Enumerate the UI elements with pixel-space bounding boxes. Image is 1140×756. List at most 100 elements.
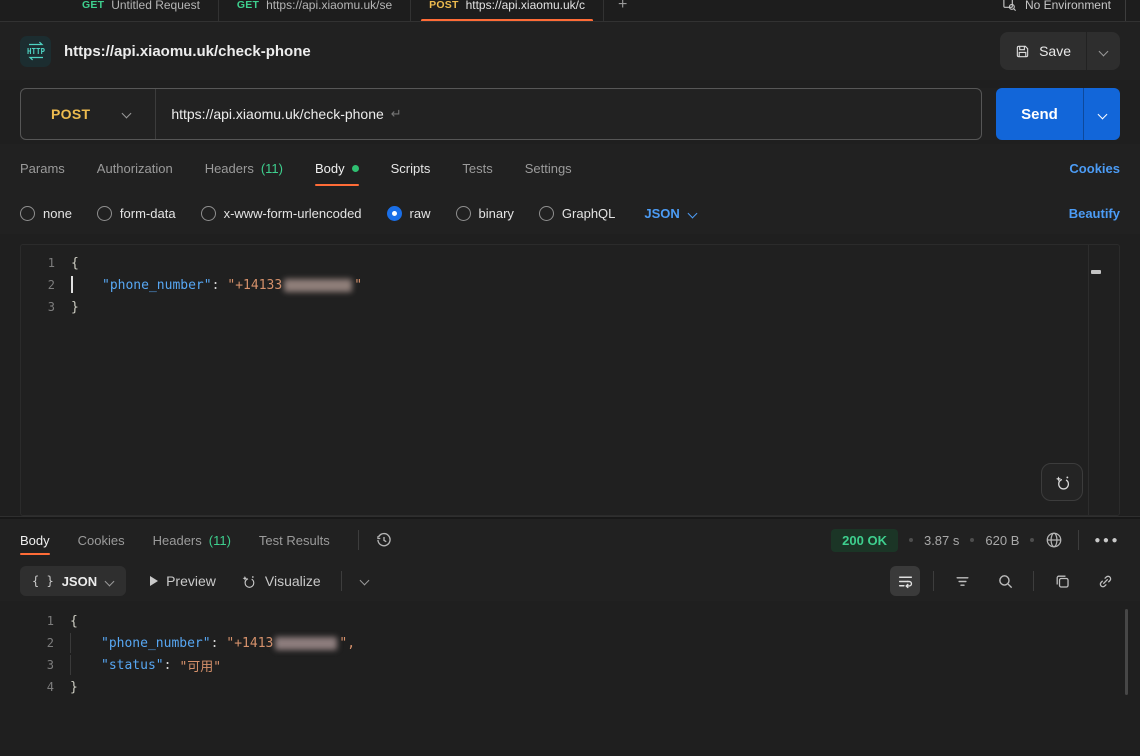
response-time[interactable]: 3.87 s: [924, 533, 959, 548]
tab-scripts[interactable]: Scripts: [391, 144, 431, 192]
code-line[interactable]: 1 {: [21, 252, 1119, 274]
request-tab-untitled[interactable]: GET Untitled Request: [64, 0, 219, 22]
environment-selector[interactable]: No Environment: [1002, 0, 1126, 22]
response-history-button[interactable]: [375, 531, 393, 549]
request-body-editor[interactable]: 1 { 2 "phone_number" : "+14133 " 3 }: [20, 244, 1120, 516]
raw-format-dropdown[interactable]: JSON: [644, 206, 696, 221]
dot-separator: [970, 538, 974, 542]
radio-form-data[interactable]: form-data: [97, 206, 176, 221]
tab-params[interactable]: Params: [20, 144, 65, 192]
filter-button[interactable]: [947, 566, 977, 596]
token-string: "+14133: [227, 278, 282, 293]
text-cursor: [71, 276, 73, 293]
response-tab-headers[interactable]: Headers (11): [153, 519, 231, 561]
radio-x-www-form-urlencoded[interactable]: x-www-form-urlencoded: [201, 206, 362, 221]
code-line[interactable]: 2 "phone_number" : "+1413 ",: [20, 632, 1120, 654]
response-size[interactable]: 620 B: [985, 533, 1019, 548]
save-button[interactable]: Save: [1000, 32, 1086, 70]
response-header: Body Cookies Headers (11) Test Results 2…: [0, 519, 1140, 561]
radio-circle-icon: [97, 206, 112, 221]
chevron-down-icon: [1098, 110, 1107, 119]
wrap-text-button[interactable]: [890, 566, 920, 596]
preview-button[interactable]: Preview: [150, 573, 216, 589]
format-label: JSON: [62, 574, 97, 589]
token-brace: {: [71, 256, 79, 271]
line-number: 3: [21, 300, 71, 314]
line-number: 3: [20, 658, 70, 672]
svg-text:HTTP: HTTP: [26, 47, 45, 56]
network-info-button[interactable]: [1045, 531, 1063, 549]
beautify-button[interactable]: Beautify: [1069, 206, 1120, 221]
radio-raw[interactable]: raw: [387, 206, 431, 221]
cookies-link[interactable]: Cookies: [1069, 161, 1120, 176]
new-tab-button[interactable]: +: [604, 0, 641, 14]
tab-body[interactable]: Body: [315, 144, 359, 192]
environment-label: No Environment: [1025, 0, 1111, 12]
history-clock-icon: [375, 531, 393, 549]
search-button[interactable]: [990, 566, 1020, 596]
tab-label: Body: [315, 161, 345, 176]
method-selector-caret[interactable]: [122, 105, 131, 123]
tab-authorization[interactable]: Authorization: [97, 144, 173, 192]
tab-tests[interactable]: Tests: [462, 144, 492, 192]
code-line[interactable]: 3 "status" : "可用": [20, 654, 1120, 676]
status-badge[interactable]: 200 OK: [831, 529, 898, 552]
visualize-button[interactable]: Visualize: [240, 573, 321, 590]
save-label: Save: [1039, 43, 1071, 59]
token-brace: }: [71, 300, 79, 315]
divider: [1078, 530, 1079, 550]
dot-separator: [1030, 538, 1034, 542]
token-key: "phone_number": [101, 636, 211, 651]
tab-label: Test Results: [259, 533, 330, 548]
divider: [358, 530, 359, 550]
radio-binary[interactable]: binary: [456, 206, 514, 221]
response-tab-test-results[interactable]: Test Results: [259, 519, 330, 561]
response-format-dropdown[interactable]: { } JSON: [20, 566, 126, 596]
send-options-button[interactable]: [1084, 88, 1120, 140]
url-input[interactable]: https://api.xiaomu.uk/check-phone: [171, 106, 383, 122]
play-icon: [150, 576, 158, 586]
method-badge-post: POST: [429, 0, 458, 11]
request-tabs-row: Params Authorization Headers (11) Body S…: [0, 144, 1140, 192]
link-button[interactable]: [1090, 566, 1120, 596]
radio-label: raw: [410, 206, 431, 221]
active-tab-underline: [421, 19, 593, 22]
response-tab-cookies[interactable]: Cookies: [78, 519, 125, 561]
radio-none[interactable]: none: [20, 206, 72, 221]
save-options-button[interactable]: [1087, 32, 1120, 70]
editor-overview-ruler[interactable]: [1088, 245, 1104, 515]
preview-label: Preview: [166, 573, 216, 589]
tab-label: Tests: [462, 161, 492, 176]
postbot-beautify-button[interactable]: [1041, 463, 1083, 501]
radio-label: binary: [479, 206, 514, 221]
tab-headers[interactable]: Headers (11): [205, 144, 283, 192]
response-toolbar-right: [890, 566, 1120, 596]
radio-graphql[interactable]: GraphQL: [539, 206, 615, 221]
copy-button[interactable]: [1047, 566, 1077, 596]
request-tab-get-url[interactable]: GET https://api.xiaomu.uk/se: [219, 0, 411, 22]
token-key: "status": [101, 658, 164, 673]
more-views-button[interactable]: [360, 572, 369, 590]
send-button[interactable]: Send: [996, 88, 1083, 140]
response-tab-body[interactable]: Body: [20, 519, 50, 561]
code-line[interactable]: 3 }: [21, 296, 1119, 318]
response-body-viewer[interactable]: 1 { 2 "phone_number" : "+1413 ", 3 "st: [20, 603, 1120, 698]
line-number: 4: [20, 680, 70, 694]
code-line[interactable]: 4 }: [20, 676, 1120, 698]
radio-label: none: [43, 206, 72, 221]
more-options-button[interactable]: ●●●: [1094, 535, 1120, 546]
scrollbar-thumb[interactable]: [1125, 609, 1128, 695]
tab-settings[interactable]: Settings: [525, 144, 572, 192]
chevron-down-icon: [1099, 47, 1108, 56]
code-line[interactable]: 2 "phone_number" : "+14133 ": [21, 274, 1119, 296]
code-line[interactable]: 1 {: [20, 610, 1120, 632]
radio-label: x-www-form-urlencoded: [224, 206, 362, 221]
body-type-row: none form-data x-www-form-urlencoded raw…: [0, 192, 1140, 234]
request-tab-active[interactable]: POST https://api.xiaomu.uk/c: [411, 0, 604, 22]
send-button-group: Send: [996, 88, 1120, 140]
tab-label: Settings: [525, 161, 572, 176]
method-selector[interactable]: POST: [21, 106, 90, 122]
indent-guide: [70, 633, 71, 653]
chevron-down-icon: [360, 576, 369, 585]
magic-wand-icon: [1053, 473, 1072, 492]
